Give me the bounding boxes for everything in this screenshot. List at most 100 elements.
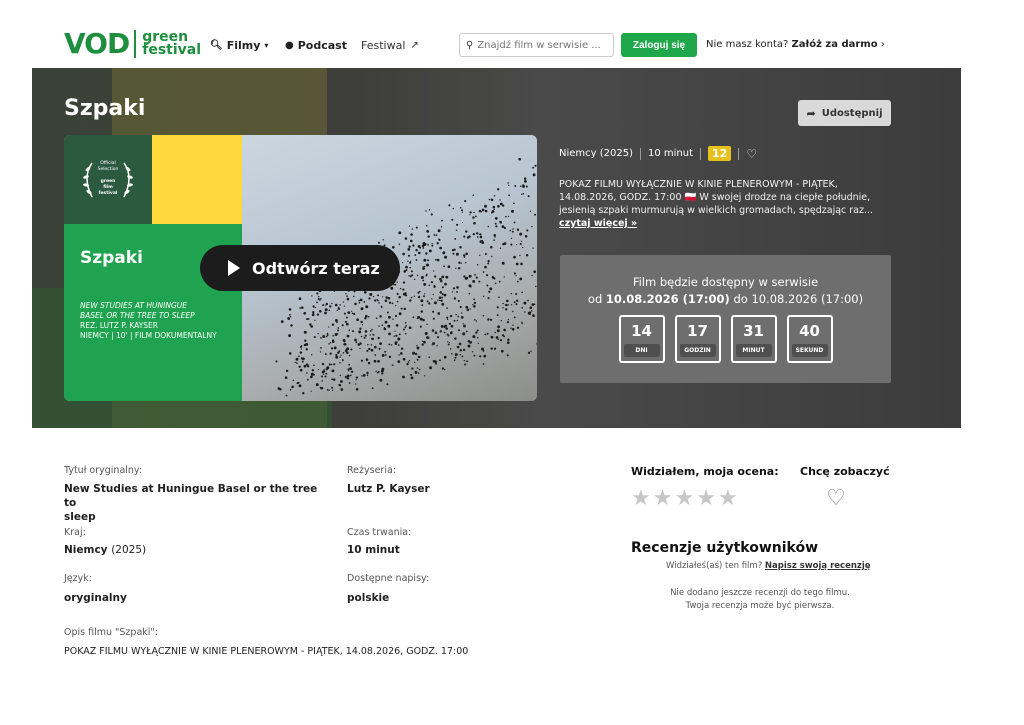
starling-dot: [368, 347, 371, 351]
starling-dot: [390, 344, 393, 346]
starling-dot: [345, 316, 348, 319]
starling-dot: [495, 225, 498, 228]
starling-dot: [364, 330, 368, 333]
starling-dot: [479, 254, 481, 256]
starling-dot: [348, 329, 351, 331]
starling-dot: [296, 362, 298, 364]
share-button[interactable]: ➦ Udostępnij: [798, 100, 891, 126]
search-icon: ⚲: [466, 39, 474, 51]
starling-dot: [414, 361, 416, 364]
starling-dot: [510, 304, 513, 306]
availability-heading: Film będzie dostępny w serwisie: [632, 275, 819, 289]
starling-dot: [431, 243, 433, 245]
nav-podcast[interactable]: ● Podcast: [285, 39, 347, 52]
starling-dot: [443, 293, 447, 297]
starling-dot: [348, 363, 351, 366]
starling-dot: [441, 219, 443, 222]
play-now-button[interactable]: Odtwórz teraz: [200, 245, 400, 291]
nav-festiwal[interactable]: Festiwal ↗: [361, 39, 419, 52]
starling-dot: [325, 302, 329, 306]
starling-dot: [453, 359, 456, 361]
starling-dot: [351, 310, 353, 312]
starling-dot: [433, 234, 436, 236]
starling-dot: [451, 353, 453, 355]
search-input[interactable]: [477, 39, 608, 51]
starling-dot: [472, 194, 475, 197]
starling-dot: [303, 343, 307, 347]
starling-dot: [411, 367, 414, 370]
starling-dot: [457, 315, 460, 318]
want-to-see-heart-icon[interactable]: ♡: [826, 486, 846, 511]
starling-dot: [364, 314, 368, 318]
starling-dot: [411, 274, 414, 277]
starling-dot: [432, 293, 434, 296]
starling-dot: [343, 343, 346, 346]
write-review-link[interactable]: Napisz swoją recenzję: [765, 561, 871, 571]
countdown-value: 31: [743, 322, 764, 340]
starling-dot: [459, 245, 462, 249]
starling-dot: [384, 320, 388, 324]
star-icon[interactable]: ★: [718, 486, 738, 511]
starling-dot: [298, 384, 302, 388]
starling-dot: [514, 185, 517, 187]
starling-dot: [346, 374, 350, 378]
starling-dot: [448, 322, 451, 325]
starling-dot: [388, 355, 392, 359]
starling-dot: [467, 344, 471, 348]
starling-dot: [437, 299, 439, 301]
signup-link[interactable]: Załóż za darmo: [792, 39, 878, 50]
director-value[interactable]: Lutz P. Kayser: [347, 482, 430, 496]
star-icon[interactable]: ★: [653, 486, 673, 511]
starling-dot: [409, 260, 412, 262]
starling-dot: [430, 213, 433, 216]
starling-dot: [515, 292, 518, 296]
starling-dot: [367, 343, 369, 346]
site-header: VOD green festival 🔍︎ Filmy ▾ ● Podcast …: [0, 0, 1024, 66]
starling-dot: [460, 312, 463, 314]
star-icon[interactable]: ★: [696, 486, 716, 511]
nav-filmy[interactable]: 🔍︎ Filmy ▾: [210, 39, 268, 52]
starling-dot: [420, 310, 424, 313]
starling-dot: [486, 332, 489, 335]
starling-dot: [363, 336, 366, 339]
starling-dot: [423, 295, 425, 298]
starling-dot: [340, 388, 344, 391]
starling-dot: [410, 373, 413, 376]
starling-dot: [417, 372, 420, 374]
starling-dot: [456, 319, 459, 322]
starling-dot: [298, 297, 302, 301]
starling-dot: [461, 209, 463, 212]
film-poster[interactable]: Official Selection green film festival S…: [64, 135, 537, 401]
star-icon[interactable]: ★: [674, 486, 694, 511]
starling-dot: [441, 293, 444, 296]
starling-dot: [441, 275, 445, 279]
starling-dot: [400, 347, 404, 350]
starling-dot: [311, 295, 313, 297]
star-icon[interactable]: ★: [631, 486, 651, 511]
starling-dot: [405, 324, 407, 327]
heart-icon[interactable]: ♡: [746, 147, 757, 161]
star-rating[interactable]: ★ ★ ★ ★ ★: [631, 486, 738, 511]
starling-dot: [422, 279, 425, 282]
starling-dot: [343, 305, 346, 307]
starling-dot: [343, 312, 346, 315]
starling-dot: [301, 306, 304, 309]
starling-dot: [360, 335, 363, 338]
poster-credit-title-1: NEW STUDIES AT HUNINGUE: [80, 301, 188, 310]
starling-dot: [384, 354, 387, 356]
login-button[interactable]: Zaloguj się: [621, 33, 697, 57]
country-name[interactable]: Niemcy: [64, 544, 108, 556]
starling-dot: [512, 228, 514, 230]
starling-dot: [344, 349, 348, 353]
site-logo[interactable]: VOD green festival: [64, 30, 201, 58]
starling-dot: [355, 379, 357, 381]
starling-dot: [482, 315, 485, 317]
starling-dot: [295, 357, 299, 361]
starling-dot: [440, 226, 443, 228]
starling-dot: [472, 279, 476, 283]
read-more-link[interactable]: czytaj więcej »: [559, 218, 637, 229]
starling-dot: [454, 356, 457, 359]
starling-dot: [347, 311, 351, 314]
starling-dot: [473, 221, 476, 225]
starling-dot: [523, 177, 527, 180]
